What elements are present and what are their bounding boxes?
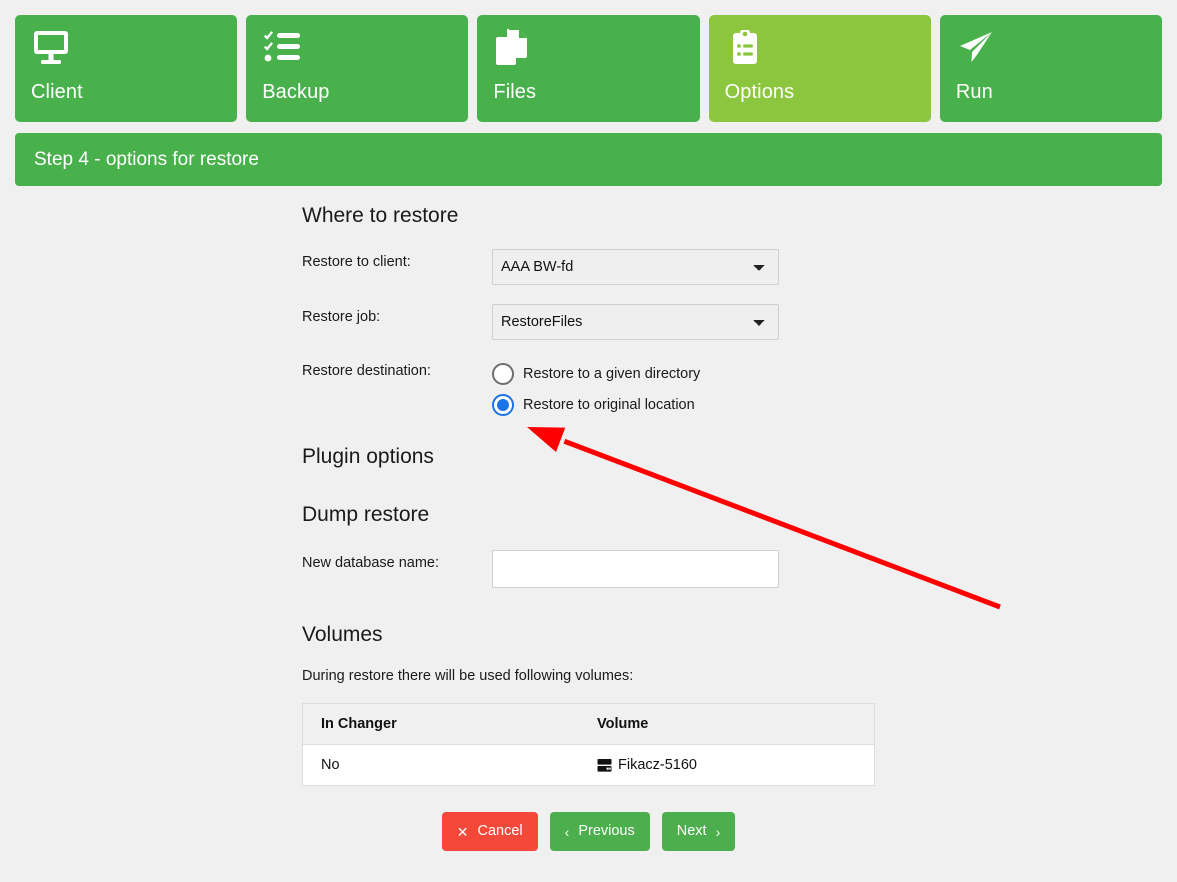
- restore-job-label: Restore job:: [302, 309, 381, 325]
- restore-destination-row: Restore destination: Restore to a given …: [302, 358, 1062, 420]
- column-header-in-changer: In Changer: [302, 703, 579, 745]
- column-header-volume: Volume: [579, 703, 875, 745]
- wizard-tab-client[interactable]: Client: [15, 15, 238, 122]
- wizard-tab-bar: Client Backup Files Options Run: [0, 0, 1177, 122]
- cell-volume: Fikacz-5160: [579, 744, 875, 786]
- chevron-right-icon: ›: [715, 823, 721, 840]
- new-database-name-row: New database name:: [302, 550, 1062, 588]
- restore-job-row: Restore job: RestoreFiles: [302, 304, 1062, 340]
- new-database-name-input[interactable]: [492, 550, 779, 588]
- wizard-tab-client-label: Client: [31, 81, 83, 103]
- cancel-button[interactable]: ✕ Cancel: [441, 812, 538, 851]
- step-banner: Step 4 - options for restore: [15, 133, 1162, 186]
- tasks-checklist-icon: [262, 26, 452, 70]
- wizard-tab-backup-label: Backup: [262, 81, 330, 103]
- next-button[interactable]: Next ›: [661, 812, 736, 851]
- clipboard-list-icon: [725, 26, 915, 70]
- volumes-table: In Changer Volume No Fikacz-5160: [302, 703, 875, 786]
- new-database-name-label: New database name:: [302, 555, 440, 571]
- restore-to-client-label: Restore to client:: [302, 254, 411, 270]
- radio-original-location-label[interactable]: Restore to original location: [523, 397, 695, 413]
- plugin-options-heading: Plugin options: [302, 445, 434, 468]
- previous-button-label: Previous: [578, 823, 635, 840]
- wizard-tab-files-label: Files: [493, 81, 537, 103]
- radio-given-directory-label[interactable]: Restore to a given directory: [523, 366, 700, 382]
- paper-plane-icon: [956, 26, 1146, 70]
- chevron-left-icon: ‹: [564, 823, 570, 840]
- wizard-footer-buttons: ✕ Cancel ‹ Previous Next ›: [0, 812, 1177, 851]
- dump-restore-heading: Dump restore: [302, 503, 430, 526]
- step-title: Step 4 - options for restore: [34, 149, 259, 170]
- wizard-tab-run-label: Run: [955, 81, 993, 103]
- restore-job-select[interactable]: RestoreFiles: [492, 304, 779, 340]
- wizard-tab-run[interactable]: Run: [939, 15, 1163, 122]
- restore-destination-option-given-directory[interactable]: Restore to a given directory: [492, 358, 1062, 389]
- wizard-tab-files[interactable]: Files: [477, 15, 700, 122]
- desktop-icon: [31, 26, 221, 70]
- wizard-tab-options[interactable]: Options: [708, 15, 931, 122]
- where-to-restore-heading: Where to restore: [302, 204, 459, 227]
- volumes-table-header-row: In Changer Volume: [302, 703, 875, 745]
- server-storage-icon: [597, 758, 612, 773]
- copy-files-icon: [493, 26, 683, 70]
- previous-button[interactable]: ‹ Previous: [549, 812, 650, 851]
- cell-volume-label: Fikacz-5160: [618, 757, 697, 773]
- volumes-heading: Volumes: [302, 623, 383, 646]
- radio-given-directory[interactable]: [492, 362, 514, 385]
- restore-to-client-row: Restore to client: AAA BW-fd: [302, 249, 1062, 285]
- cell-in-changer: No: [302, 744, 579, 786]
- radio-original-location[interactable]: [492, 393, 514, 416]
- next-button-label: Next: [676, 823, 707, 840]
- close-x-icon: ✕: [456, 823, 469, 840]
- restore-destination-option-original-location[interactable]: Restore to original location: [492, 389, 1062, 420]
- wizard-tab-backup[interactable]: Backup: [246, 15, 469, 122]
- volumes-intro-text: During restore there will be used follow…: [302, 668, 634, 684]
- cancel-button-label: Cancel: [477, 823, 523, 840]
- wizard-tab-options-label: Options: [724, 81, 795, 103]
- table-row: No Fikacz-5160: [302, 744, 875, 786]
- restore-options-form: Where to restore Restore to client: AAA …: [302, 205, 1062, 786]
- restore-to-client-select[interactable]: AAA BW-fd: [492, 249, 779, 285]
- restore-destination-label: Restore destination:: [302, 363, 431, 379]
